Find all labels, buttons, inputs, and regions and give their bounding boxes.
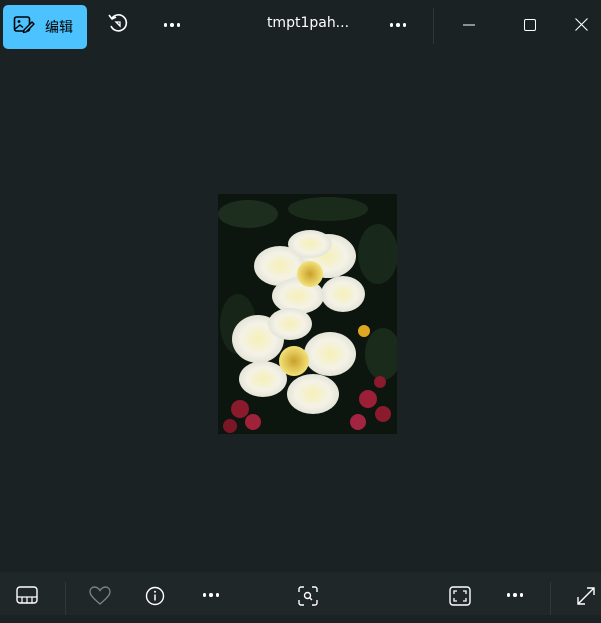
filmstrip-button[interactable] bbox=[9, 586, 45, 616]
visual-search-icon bbox=[298, 586, 318, 610]
fit-to-window-button[interactable] bbox=[442, 586, 478, 616]
bottom-right-more-options-button[interactable] bbox=[497, 593, 533, 623]
more-options-icon bbox=[506, 593, 524, 597]
bottom-divider-left bbox=[65, 582, 66, 615]
info-icon bbox=[145, 586, 165, 610]
minimize-icon bbox=[463, 16, 475, 35]
close-icon bbox=[574, 16, 588, 35]
bottom-more-options-button[interactable] bbox=[193, 593, 229, 623]
filmstrip-icon bbox=[16, 586, 38, 608]
heart-icon bbox=[89, 586, 111, 610]
favorite-button[interactable] bbox=[82, 586, 118, 616]
image-edit-icon bbox=[13, 15, 35, 39]
edit-button[interactable]: 编辑 bbox=[3, 5, 87, 49]
file-name: tmpt1pah... bbox=[266, 15, 350, 31]
rotate-icon bbox=[107, 12, 129, 38]
title-more-options-button[interactable] bbox=[378, 5, 418, 45]
maximize-icon bbox=[524, 16, 536, 35]
more-options-button[interactable] bbox=[152, 5, 192, 45]
maximize-button[interactable] bbox=[501, 0, 559, 50]
bottom-toolbar bbox=[0, 572, 601, 615]
title-divider bbox=[433, 8, 434, 44]
fit-to-window-icon bbox=[449, 586, 471, 610]
info-button[interactable] bbox=[137, 586, 173, 616]
bottom-divider-right bbox=[550, 582, 551, 615]
minimize-button[interactable] bbox=[440, 0, 498, 50]
fullscreen-button[interactable] bbox=[570, 586, 601, 616]
more-options-icon bbox=[202, 593, 220, 597]
more-options-icon bbox=[389, 23, 407, 27]
close-button[interactable] bbox=[561, 0, 601, 50]
rotate-button[interactable] bbox=[98, 5, 138, 45]
title-bar: 编辑 tmpt1pah... bbox=[0, 0, 601, 52]
visual-search-button[interactable] bbox=[290, 586, 326, 616]
displayed-photo[interactable] bbox=[218, 194, 397, 434]
edit-button-label: 编辑 bbox=[45, 20, 73, 36]
fullscreen-icon bbox=[576, 586, 596, 610]
more-options-icon bbox=[163, 23, 181, 27]
